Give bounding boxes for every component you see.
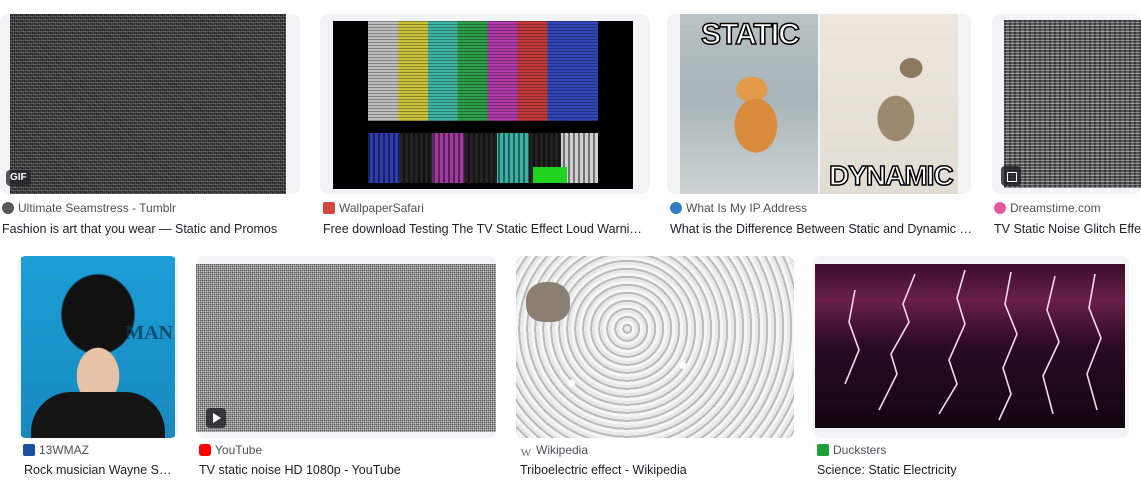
result-source: W Wikipedia: [520, 443, 589, 458]
wikipedia-favicon-icon: W: [520, 447, 532, 458]
globe-favicon-icon: [670, 202, 682, 214]
13wmaz-favicon-icon: [23, 444, 35, 456]
thumbnail-container: [992, 14, 1141, 194]
result-title[interactable]: Free download Testing The TV Static Effe…: [323, 220, 645, 238]
lightning-storm-image: [815, 264, 1125, 428]
result-source: Dreamstime.com: [994, 200, 1141, 216]
image-result-8[interactable]: Ducksters Science: Static Electricity: [813, 256, 1133, 482]
image-result-1[interactable]: GIF Ultimate Seamstress - Tumblr Fashion…: [0, 14, 300, 244]
result-source: YouTube: [199, 442, 495, 458]
gif-badge: GIF: [6, 170, 31, 186]
image-result-2[interactable]: WallpaperSafari Free download Testing Th…: [320, 14, 650, 244]
musician-portrait-image: MAN: [21, 256, 175, 438]
result-source: What Is My IP Address: [670, 200, 974, 216]
thumbnail-container: STATIC DYNAMIC: [667, 14, 971, 194]
image-result-3[interactable]: STATIC DYNAMIC What Is My IP Address Wha…: [667, 14, 977, 244]
result-source: Ducksters: [817, 442, 1129, 458]
thumbnail-container: [320, 14, 650, 194]
dreamstime-favicon-icon: [994, 202, 1006, 214]
tv-static-glitch-image: [1004, 20, 1141, 188]
thumbnail-container: [813, 256, 1129, 438]
result-title[interactable]: TV Static Noise Glitch Effect: [994, 220, 1141, 238]
video-play-icon: [206, 408, 226, 428]
color-bars: [368, 21, 598, 121]
musician-body: [31, 392, 165, 438]
image-badge-icon: [1001, 166, 1021, 186]
tv-static-hd-image: [196, 264, 496, 432]
image-result-6[interactable]: YouTube TV static noise HD 1080p - YouTu…: [196, 256, 501, 482]
result-source: WallpaperSafari: [323, 200, 643, 216]
thumbnail-container: GIF: [0, 14, 300, 194]
result-source: Ultimate Seamstress - Tumblr: [2, 200, 298, 216]
result-title[interactable]: Science: Static Electricity: [817, 461, 1129, 479]
cat-face: [526, 282, 570, 322]
image-result-4[interactable]: Dreamstime.com TV Static Noise Glitch Ef…: [992, 14, 1141, 244]
result-title[interactable]: Rock musician Wayne St...: [24, 461, 172, 479]
backdrop-logo: MAN: [125, 322, 173, 344]
thumbnail-container: [196, 256, 496, 438]
lightning-bolts: [844, 269, 1102, 421]
thumbnail-container: [516, 256, 794, 438]
thumbnail-container: MAN: [18, 256, 178, 438]
wallpapersafari-favicon-icon: [323, 202, 335, 214]
result-title[interactable]: Fashion is art that you wear — Static an…: [2, 220, 298, 238]
result-title[interactable]: Triboelectric effect - Wikipedia: [520, 461, 794, 479]
result-title[interactable]: TV static noise HD 1080p - YouTube: [199, 461, 495, 479]
meme-top-text: STATIC: [700, 17, 800, 52]
tv-static-image: [10, 14, 286, 194]
result-title[interactable]: What is the Difference Between Static an…: [670, 220, 972, 238]
meme-bottom-text: DYNAMIC: [828, 159, 954, 192]
image-results-grid: GIF Ultimate Seamstress - Tumblr Fashion…: [0, 0, 1141, 483]
result-source: 13WMAZ: [23, 442, 178, 458]
green-block: [533, 167, 567, 183]
tumblr-favicon-icon: [2, 202, 14, 214]
cat-packing-peanuts-image: [516, 256, 794, 438]
tv-test-pattern-image: [333, 21, 633, 189]
image-result-5[interactable]: MAN 13WMAZ Rock musician Wayne St...: [18, 256, 183, 482]
image-result-7[interactable]: W Wikipedia Triboelectric effect - Wikipe…: [516, 256, 798, 482]
ducksters-favicon-icon: [817, 444, 829, 456]
youtube-favicon-icon: [199, 444, 211, 456]
